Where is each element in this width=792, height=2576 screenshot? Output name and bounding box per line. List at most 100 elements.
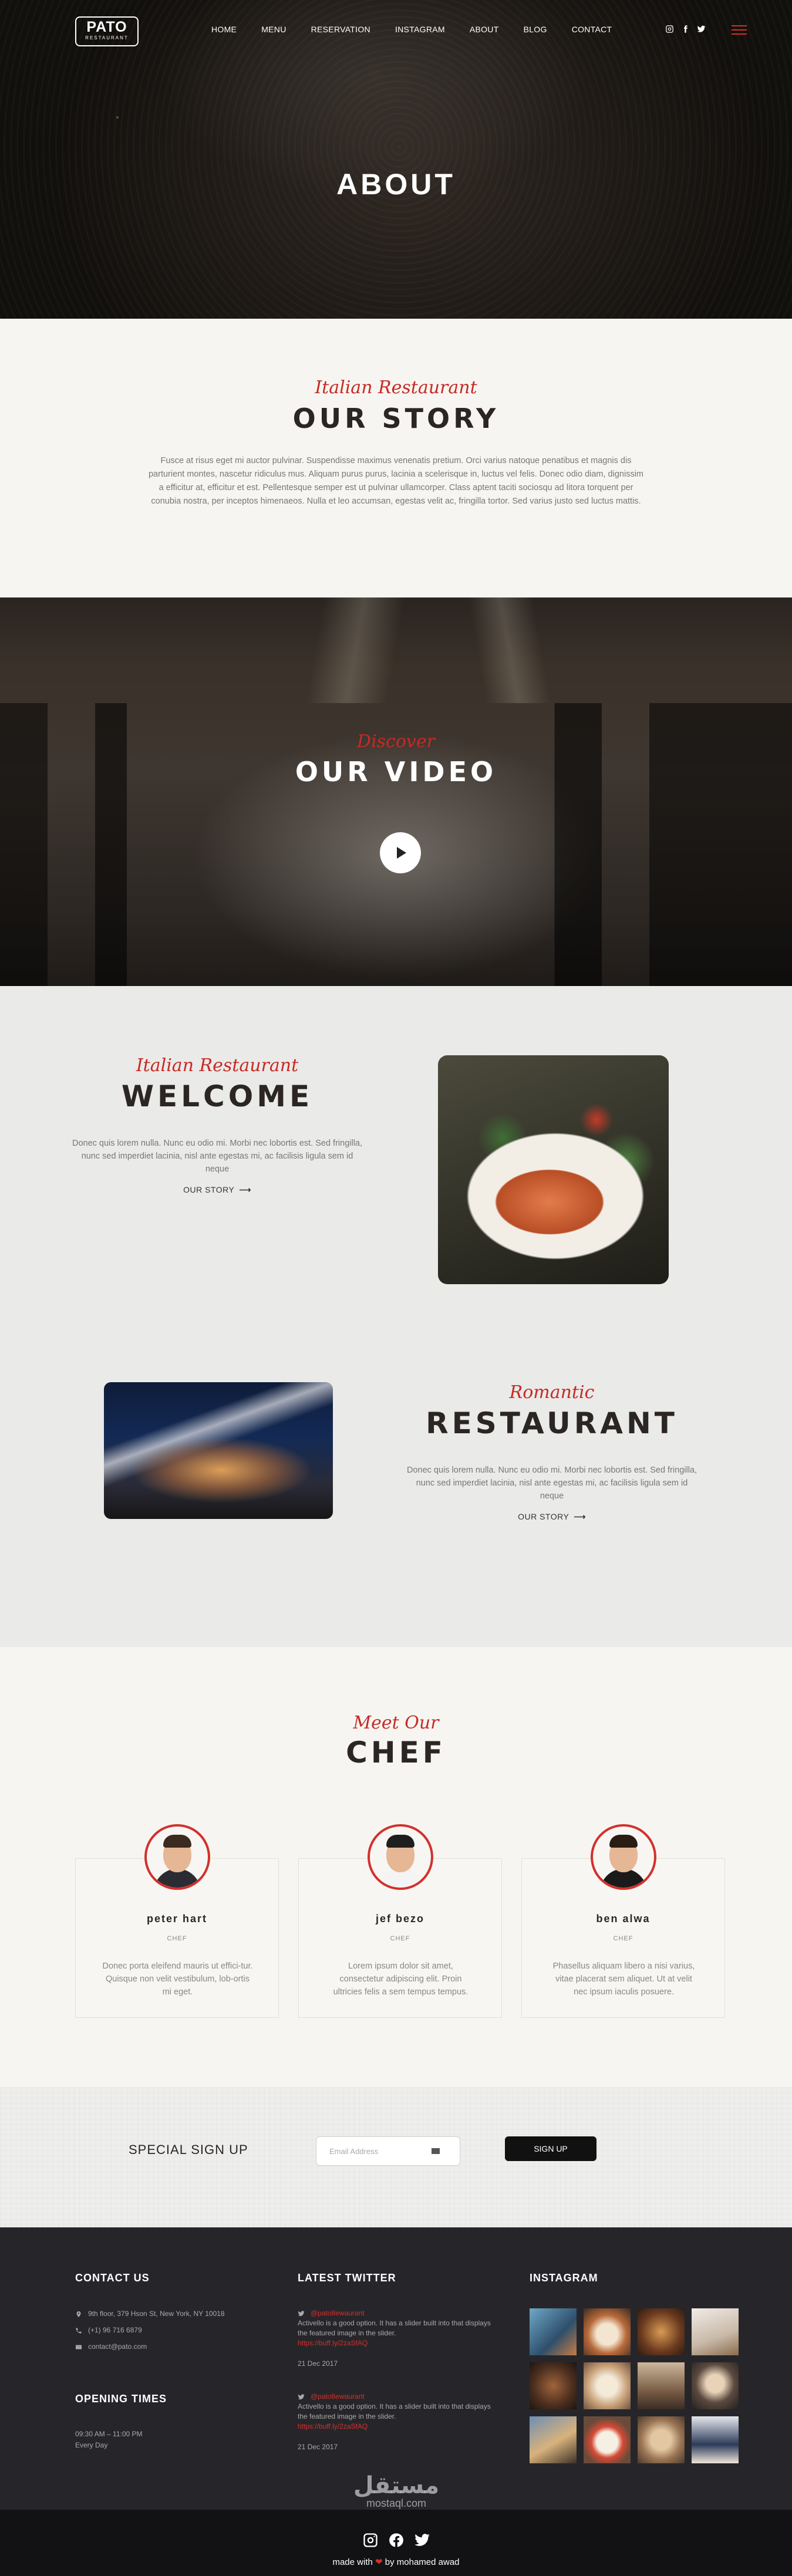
video-script-heading: Discover (357, 731, 435, 752)
instagram-icon[interactable] (362, 2532, 379, 2548)
tweet-text: Activello is a good option. It has a sli… (298, 2319, 491, 2337)
restaurant-title: RESTAURANT (426, 1406, 678, 1440)
credit-line: made with ❤ by mohamed awad (0, 2557, 792, 2567)
welcome-story-link[interactable]: OUR STORY ⟶ (183, 1185, 251, 1195)
instagram-title: INSTAGRAM (530, 2272, 598, 2284)
tweet: @pato8ewaurant Activello is a good optio… (298, 2392, 497, 2452)
hours-title: OPENING TIMES (75, 2393, 167, 2405)
story-text: Fusce at risus eget mi auctor pulvinar. … (148, 456, 643, 506)
credit-author: by mohamed awad (385, 2557, 460, 2567)
nav-contact[interactable]: CONTACT (572, 25, 612, 34)
tweet-date: 21 Dec 2017 (298, 2443, 338, 2451)
credit-prefix: made with (332, 2557, 373, 2567)
twitter-icon (298, 2394, 305, 2400)
nav-menu[interactable]: MENU (261, 25, 286, 34)
signup-section: SPECIAL SIGN UP Email Address SIGN UP (0, 2087, 792, 2227)
bottom-bar: made with ❤ by mohamed awad (0, 2510, 792, 2576)
hours-text: 09:30 AM – 11:00 PM (75, 2430, 143, 2438)
tweet: @pato8ewaurant Activello is a good optio… (298, 2308, 497, 2369)
restaurant-script-heading: Romantic (509, 1382, 595, 1403)
nav-about[interactable]: ABOUT (470, 25, 499, 34)
main-menu: HOME MENU RESERVATION INSTAGRAM ABOUT BL… (211, 25, 636, 34)
instagram-icon[interactable] (665, 25, 674, 33)
instagram-thumb[interactable] (530, 2362, 577, 2409)
address-text: 9th floor, 379 Hson St, New York, NY 100… (88, 2310, 225, 2318)
tweet-link[interactable]: https://buff.ly/2zaSfAQ (298, 2422, 497, 2432)
address-line: 9th floor, 379 Hson St, New York, NY 100… (75, 2310, 225, 2318)
story-title: OUR STORY (292, 403, 500, 434)
watermark: مستقل mostaql.com (341, 2474, 452, 2510)
twitter-icon (298, 2311, 305, 2317)
instagram-thumb[interactable] (692, 2416, 739, 2463)
phone-icon (76, 2328, 82, 2334)
nav-reservation[interactable]: RESERVATION (311, 25, 370, 34)
twitter-icon[interactable] (414, 2532, 430, 2548)
logo-subtext: RESTAURANT (85, 35, 129, 40)
restaurant-block: Romantic RESTAURANT Donec quis lorem nul… (405, 1382, 699, 1522)
tweet-link[interactable]: https://buff.ly/2zaSfAQ (298, 2338, 497, 2348)
arrow-right-icon: ⟶ (574, 1512, 586, 1521)
signup-button[interactable]: SIGN UP (505, 2136, 596, 2161)
hero-section: PATO RESTAURANT HOME MENU RESERVATION IN… (0, 0, 792, 319)
tweet-text: Activello is a good option. It has a sli… (298, 2402, 491, 2420)
email-field[interactable]: Email Address (316, 2136, 460, 2166)
mountain-town-image (104, 1382, 333, 1519)
email-placeholder: Email Address (329, 2147, 379, 2156)
welcome-section: Italian Restaurant WELCOME Donec quis lo… (0, 986, 792, 1647)
logo[interactable]: PATO RESTAURANT (75, 16, 139, 46)
chef-role: CHEF (390, 1935, 410, 1942)
phone-line: (+1) 96 716 6879 (75, 2326, 142, 2334)
footer: CONTACT US 9th floor, 379 Hson St, New Y… (0, 2227, 792, 2510)
welcome-script-heading: Italian Restaurant (136, 1055, 299, 1076)
facebook-icon[interactable] (388, 2532, 405, 2548)
instagram-thumb[interactable] (530, 2416, 577, 2463)
location-icon (76, 2311, 81, 2317)
menu-icon[interactable] (732, 25, 747, 36)
instagram-thumb[interactable] (638, 2308, 685, 2355)
facebook-icon[interactable] (681, 25, 690, 33)
tweet-handle[interactable]: @pato8ewaurant (311, 2309, 365, 2317)
nav-blog[interactable]: BLOG (524, 25, 547, 34)
restaurant-story-link[interactable]: OUR STORY ⟶ (518, 1512, 586, 1522)
chef-description: Donec porta eleifend mauris ut effici-tu… (102, 1961, 253, 1997)
email-line: contact@pato.com (75, 2342, 147, 2351)
video-section: Discover OUR VIDEO (0, 597, 792, 986)
nav-home[interactable]: HOME (211, 25, 237, 34)
logo-text: PATO (86, 19, 127, 35)
instagram-thumb[interactable] (638, 2362, 685, 2409)
welcome-title: WELCOME (121, 1079, 314, 1113)
instagram-thumb[interactable] (638, 2416, 685, 2463)
instagram-thumb[interactable] (692, 2308, 739, 2355)
mail-icon (76, 2345, 82, 2349)
instagram-thumb[interactable] (530, 2308, 577, 2355)
tweet-handle[interactable]: @pato8ewaurant (311, 2392, 365, 2401)
chef-description: Lorem ipsum dolor sit amet, consectetur … (333, 1961, 469, 1997)
welcome-link-label: OUR STORY (183, 1185, 235, 1194)
twitter-title: LATEST TWITTER (298, 2272, 396, 2284)
chef-section: Meet Our CHEF peter hart CHEF Donec port… (0, 1647, 792, 2087)
top-navigation: PATO RESTAURANT HOME MENU RESERVATION IN… (0, 16, 792, 47)
restaurant-text: Donec quis lorem nulla. Nunc eu odio mi.… (406, 1466, 697, 1501)
play-icon[interactable] (380, 832, 421, 873)
twitter-icon[interactable] (697, 25, 706, 33)
chef-role: CHEF (167, 1935, 187, 1942)
instagram-thumb[interactable] (692, 2362, 739, 2409)
instagram-thumb[interactable] (584, 2416, 631, 2463)
watermark-arabic: مستقل (353, 2472, 440, 2499)
story-section: Italian Restaurant OUR STORY Fusce at ri… (0, 319, 792, 597)
welcome-text: Donec quis lorem nulla. Nunc eu odio mi.… (72, 1139, 363, 1174)
footer-social-links (362, 2532, 430, 2548)
contact-title: CONTACT US (75, 2272, 150, 2284)
avatar (368, 1824, 433, 1890)
watermark-english: mostaql.com (366, 2497, 427, 2509)
chef-script-heading: Meet Our (353, 1713, 439, 1733)
chef-role: CHEF (613, 1935, 633, 1942)
instagram-thumb[interactable] (584, 2308, 631, 2355)
nav-instagram[interactable]: INSTAGRAM (395, 25, 445, 34)
heart-icon: ❤ (375, 2557, 383, 2567)
email-text[interactable]: contact@pato.com (88, 2342, 147, 2351)
instagram-thumb[interactable] (584, 2362, 631, 2409)
welcome-block: Italian Restaurant WELCOME Donec quis lo… (70, 1055, 364, 1196)
chef-name: peter hart (146, 1913, 208, 1925)
avatar (591, 1824, 656, 1890)
